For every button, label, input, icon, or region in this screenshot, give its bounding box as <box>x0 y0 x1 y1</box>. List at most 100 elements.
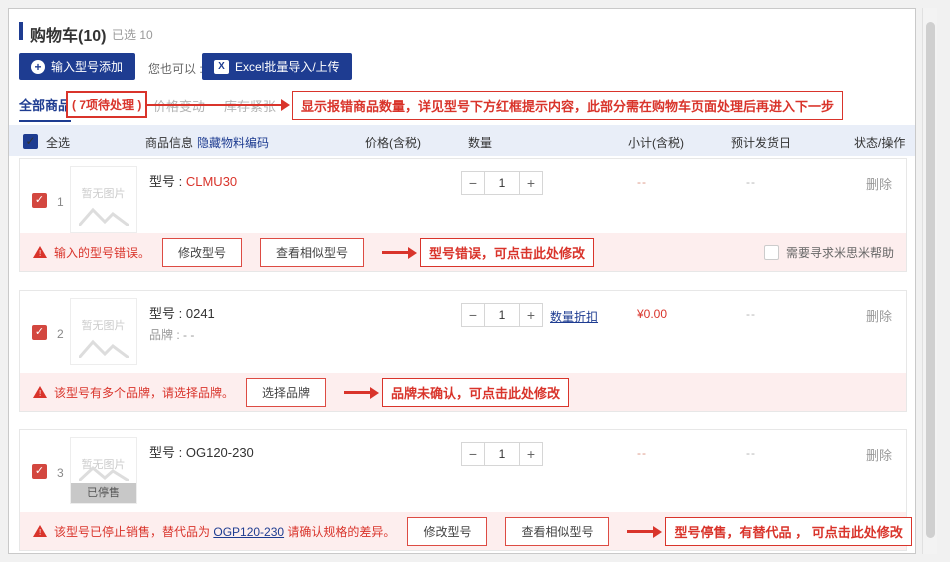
modify-model-button[interactable]: 修改型号 <box>407 517 487 546</box>
qty-plus-button[interactable]: + <box>519 303 543 327</box>
row-annotation-note: 型号停售，有替代品 ， 可点击此处修改 <box>665 517 911 546</box>
qty-input[interactable]: 1 <box>484 442 520 466</box>
row-checkbox[interactable]: ✓ <box>32 325 47 340</box>
quantity-stepper: − 1 + <box>461 303 543 327</box>
page-title: 购物车(10) <box>30 22 106 46</box>
error-message-pre: 该型号已停止销售，替代品为 <box>54 525 210 539</box>
image-placeholder-icon <box>79 206 129 226</box>
annotation-arrowhead-icon <box>281 99 290 111</box>
delete-button[interactable]: 删除 <box>866 445 892 464</box>
annotation-arrow-line <box>146 104 282 106</box>
qty-input[interactable]: 1 <box>484 303 520 327</box>
delete-button[interactable]: 删除 <box>866 306 892 325</box>
delete-button[interactable]: 删除 <box>866 174 892 193</box>
view-similar-button[interactable]: 查看相似型号 <box>505 517 609 546</box>
row-index: 3 <box>57 466 64 480</box>
brand-line: 品牌 : - - <box>149 326 194 343</box>
qty-plus-button[interactable]: + <box>519 442 543 466</box>
no-image-label: 暂无图片 <box>82 188 126 200</box>
quantity-stepper: − 1 + <box>461 171 543 195</box>
substitute-model-link[interactable]: OGP120-230 <box>213 525 284 539</box>
image-placeholder-icon <box>79 338 129 358</box>
excel-import-button[interactable]: X Excel批量导入/上传 <box>202 53 352 80</box>
vertical-scrollbar[interactable] <box>922 8 937 554</box>
error-message: 该型号已停止销售，替代品为 OGP120-230 请确认规格的差异。 <box>54 523 395 540</box>
product-image-placeholder: 暂无图片 已停售 <box>70 437 137 504</box>
quantity-stepper: − 1 + <box>461 442 543 466</box>
col-price: 价格(含税) <box>365 134 421 151</box>
modify-model-button[interactable]: 修改型号 <box>162 238 242 267</box>
quantity-discount-link[interactable]: 数量折扣 <box>550 308 598 325</box>
add-model-label: 输入型号添加 <box>51 58 123 75</box>
subtotal-value: -- <box>637 175 647 189</box>
model-label: 型号 : <box>149 174 182 189</box>
model-line: 型号 : 0241 <box>149 303 215 322</box>
col-qty: 数量 <box>468 134 492 151</box>
qty-plus-button[interactable]: + <box>519 171 543 195</box>
error-message-post: 请确认规格的差异。 <box>287 525 395 539</box>
model-line: 型号 : OG120-230 <box>149 442 254 461</box>
scrollbar-thumb[interactable] <box>926 22 935 538</box>
error-message: 该型号有多个品牌，请选择品牌。 <box>54 384 234 401</box>
model-label: 型号 : <box>149 306 182 321</box>
qty-minus-button[interactable]: − <box>461 171 485 195</box>
row-checkbox[interactable]: ✓ <box>32 464 47 479</box>
model-value: CLMU30 <box>186 174 237 189</box>
excel-icon: X <box>214 60 229 74</box>
subtotal-value: -- <box>637 446 647 460</box>
warning-icon: ! <box>33 386 47 398</box>
add-model-button[interactable]: + 输入型号添加 <box>19 53 135 80</box>
row-annotation-note: 型号错误，可点击此处修改 <box>420 238 594 267</box>
ship-date-value: -- <box>746 446 756 460</box>
image-placeholder-icon <box>79 465 129 481</box>
model-label: 型号 : <box>149 445 182 460</box>
qty-minus-button[interactable]: − <box>461 303 485 327</box>
view-similar-button[interactable]: 查看相似型号 <box>260 238 364 267</box>
selected-count: 已选 10 <box>112 26 153 43</box>
col-subtotal: 小计(含税) <box>628 134 684 151</box>
annotation-arrow <box>344 391 370 394</box>
cart-panel: 购物车(10) 已选 10 + 输入型号添加 您也可以 : X Excel批量导… <box>8 8 916 554</box>
table-header: ✓ 全选 商品信息 隐藏物料编码 价格(含税) 数量 小计(含税) 预计发货日 … <box>9 125 915 156</box>
row-checkbox[interactable]: ✓ <box>32 193 47 208</box>
error-strip: ! 该型号有多个品牌，请选择品牌。 选择品牌 品牌未确认，可点击此处修改 <box>20 373 906 411</box>
cart-row-1: ✓ 1 暂无图片 型号 : CLMU30 − 1 + -- -- 删除 ! <box>19 158 907 272</box>
pending-count-badge: ( 7项待处理 ) <box>66 91 147 118</box>
no-image-label: 暂无图片 <box>82 320 126 332</box>
select-all-checkbox[interactable]: ✓ <box>23 134 38 149</box>
col-ship-date: 预计发货日 <box>731 134 791 151</box>
title-accent-bar <box>19 22 23 40</box>
ship-date-value: -- <box>746 175 756 189</box>
product-image-placeholder: 暂无图片 <box>70 298 137 365</box>
col-status: 状态/操作 <box>854 134 905 151</box>
select-all-label: 全选 <box>46 134 70 151</box>
error-message: 输入的型号错误。 <box>54 244 150 261</box>
help-label: 需要寻求米思米帮助 <box>786 244 894 261</box>
model-value: OG120-230 <box>186 445 254 460</box>
tabs-annotation-note: 显示报错商品数量，详见型号下方红框提示内容，此部分需在购物车页面处理后再进入下一… <box>292 91 843 120</box>
error-strip: ! 该型号已停止销售，替代品为 OGP120-230 请确认规格的差异。 修改型… <box>20 512 906 550</box>
help-checkbox[interactable] <box>764 245 779 260</box>
error-strip: ! 输入的型号错误。 修改型号 查看相似型号 型号错误，可点击此处修改 需要寻求… <box>20 233 906 271</box>
col-product-info: 商品信息 <box>145 134 193 151</box>
hide-material-code-link[interactable]: 隐藏物料编码 <box>197 134 269 151</box>
model-value: 0241 <box>186 306 215 321</box>
cart-row-3: ✓ 3 暂无图片 已停售 型号 : OG120-230 − 1 + -- -- … <box>19 429 907 551</box>
annotation-arrow <box>382 251 408 254</box>
subtotal-value: ¥0.00 <box>637 307 667 321</box>
model-line: 型号 : CLMU30 <box>149 171 237 190</box>
also-label: 您也可以 : <box>148 60 203 77</box>
sold-out-tag: 已停售 <box>71 483 136 503</box>
qty-input[interactable]: 1 <box>484 171 520 195</box>
qty-minus-button[interactable]: − <box>461 442 485 466</box>
product-image-placeholder: 暂无图片 <box>70 166 137 233</box>
tab-all-products[interactable]: 全部商品 <box>19 95 71 122</box>
misumi-help-option: 需要寻求米思米帮助 <box>764 244 894 261</box>
warning-icon: ! <box>33 246 47 258</box>
select-brand-button[interactable]: 选择品牌 <box>246 378 326 407</box>
annotation-arrow <box>627 530 653 533</box>
cart-row-2: ✓ 2 暂无图片 型号 : 0241 品牌 : - - − 1 + 数量折扣 ¥… <box>19 290 907 412</box>
plus-circle-icon: + <box>31 60 45 74</box>
ship-date-value: -- <box>746 307 756 321</box>
row-index: 2 <box>57 327 64 341</box>
